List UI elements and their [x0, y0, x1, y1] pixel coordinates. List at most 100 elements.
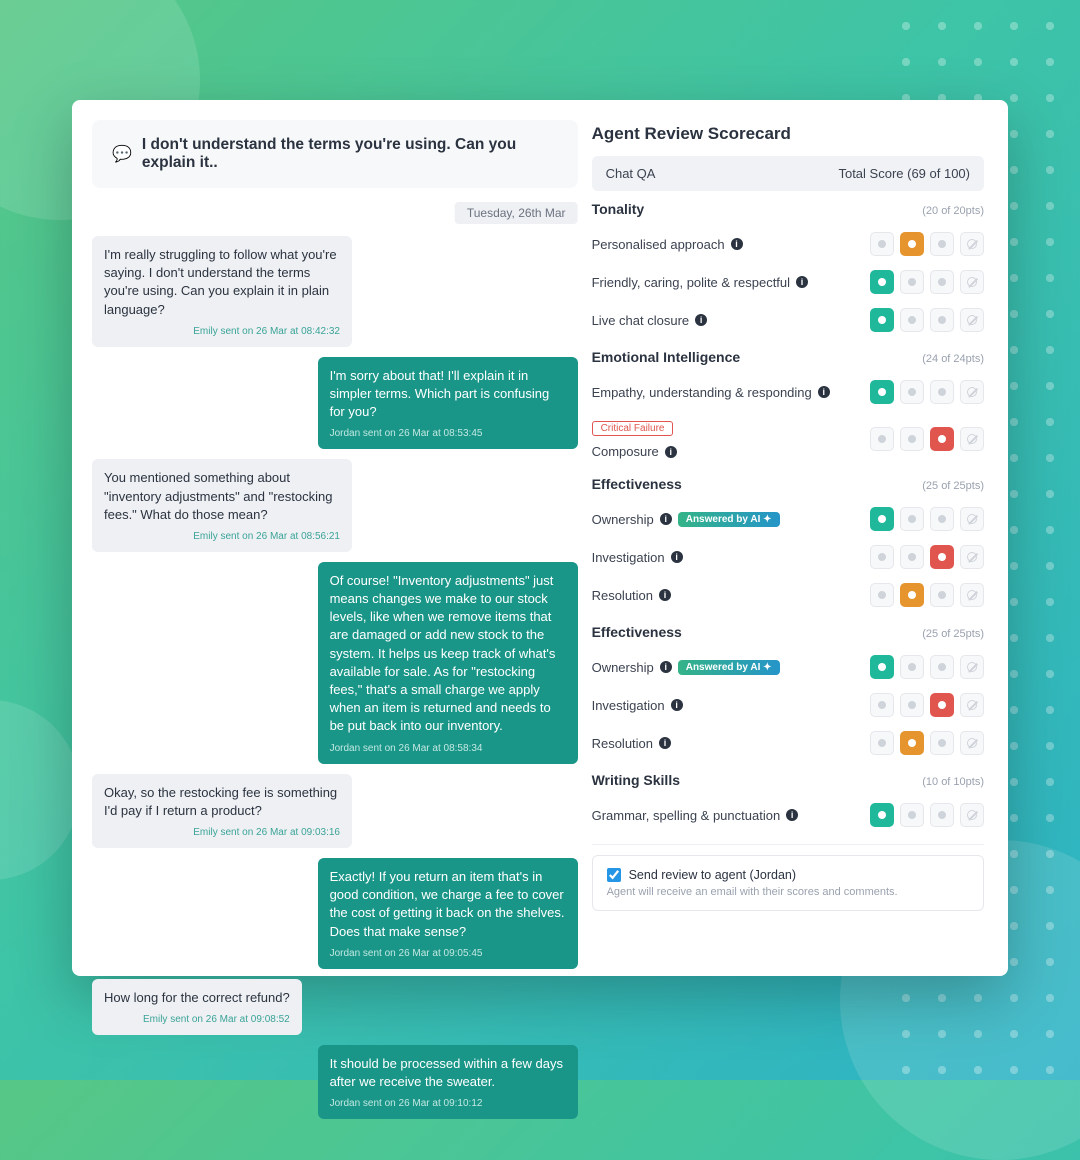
info-icon[interactable]: i	[660, 513, 672, 525]
score-button-2[interactable]	[930, 427, 954, 451]
score-button-2[interactable]	[930, 583, 954, 607]
info-icon[interactable]: i	[671, 551, 683, 563]
score-button-1[interactable]	[900, 380, 924, 404]
message-body: I'm sorry about that! I'll explain it in…	[330, 367, 566, 422]
score-button-0[interactable]	[870, 380, 894, 404]
criterion-row: Investigation i	[592, 686, 984, 724]
score-button-2[interactable]	[930, 507, 954, 531]
score-button-0[interactable]	[870, 731, 894, 755]
section-header: Effectiveness (25 of 25pts)	[592, 476, 984, 492]
criterion-label: Investigation	[592, 698, 665, 713]
score-buttons	[870, 583, 984, 607]
score-button-2[interactable]	[930, 308, 954, 332]
section-name: Effectiveness	[592, 476, 682, 492]
criterion-row: Empathy, understanding & respondingi	[592, 373, 984, 411]
section-header: Tonality(20 of 20pts)	[592, 201, 984, 217]
score-button-1[interactable]	[900, 545, 924, 569]
score-buttons	[870, 507, 984, 531]
score-button-2[interactable]	[930, 731, 954, 755]
score-button-1[interactable]	[900, 731, 924, 755]
ai-badge: Answered by AI ✦	[678, 512, 780, 527]
score-button-1[interactable]	[900, 655, 924, 679]
info-icon[interactable]: i	[786, 809, 798, 821]
score-button-0[interactable]	[870, 545, 894, 569]
section-name: Emotional Intelligence	[592, 349, 741, 365]
score-button-1[interactable]	[900, 583, 924, 607]
score-button-0[interactable]	[870, 655, 894, 679]
score-buttons	[870, 308, 984, 332]
message-meta: Emily sent on 26 Mar at 09:03:16	[104, 826, 340, 840]
score-button-0[interactable]	[870, 232, 894, 256]
info-icon[interactable]: i	[659, 737, 671, 749]
score-buttons	[870, 545, 984, 569]
message-body: I'm really struggling to follow what you…	[104, 246, 340, 319]
section-header: Writing Skills(10 of 10pts)	[592, 772, 984, 788]
score-button-1[interactable]	[900, 270, 924, 294]
score-button-3[interactable]	[960, 803, 984, 827]
section-points: (25 of 25pts)	[922, 480, 984, 492]
send-review-hint: Agent will receive an email with their s…	[607, 886, 969, 898]
score-button-3[interactable]	[960, 731, 984, 755]
info-icon[interactable]: i	[796, 276, 808, 288]
score-button-0[interactable]	[870, 308, 894, 332]
criterion-row: Resolutioni	[592, 724, 984, 762]
info-icon[interactable]: i	[665, 446, 677, 458]
send-review-label[interactable]: Send review to agent (Jordan)	[607, 868, 969, 882]
score-button-3[interactable]	[960, 545, 984, 569]
scorecard-summary: Chat QA Total Score (69 of 100)	[592, 156, 984, 191]
info-icon[interactable]: i	[659, 589, 671, 601]
score-button-3[interactable]	[960, 380, 984, 404]
score-button-2[interactable]	[930, 693, 954, 717]
score-button-0[interactable]	[870, 693, 894, 717]
score-button-1[interactable]	[900, 693, 924, 717]
info-icon[interactable]: i	[731, 238, 743, 250]
send-review-box: Send review to agent (Jordan) Agent will…	[592, 855, 984, 911]
criterion-label: Resolution	[592, 588, 653, 603]
criterion-row: Ownership i Answered by AI ✦	[592, 500, 984, 538]
score-button-1[interactable]	[900, 507, 924, 531]
send-review-checkbox[interactable]	[607, 868, 621, 882]
score-button-0[interactable]	[870, 427, 894, 451]
score-button-1[interactable]	[900, 308, 924, 332]
score-button-3[interactable]	[960, 308, 984, 332]
info-icon[interactable]: i	[660, 661, 672, 673]
ai-badge: Answered by AI ✦	[678, 660, 780, 675]
message-list: I'm really struggling to follow what you…	[92, 236, 578, 1119]
score-buttons	[870, 427, 984, 451]
message-meta: Emily sent on 26 Mar at 08:42:32	[104, 325, 340, 339]
score-button-2[interactable]	[930, 545, 954, 569]
score-button-0[interactable]	[870, 803, 894, 827]
criterion-label: Ownership	[592, 512, 654, 527]
score-button-3[interactable]	[960, 507, 984, 531]
score-button-2[interactable]	[930, 655, 954, 679]
score-button-3[interactable]	[960, 427, 984, 451]
score-button-3[interactable]	[960, 655, 984, 679]
score-button-2[interactable]	[930, 232, 954, 256]
score-button-3[interactable]	[960, 583, 984, 607]
score-button-0[interactable]	[870, 507, 894, 531]
message-meta: Jordan sent on 26 Mar at 08:58:34	[330, 742, 566, 756]
score-button-3[interactable]	[960, 232, 984, 256]
info-icon[interactable]: i	[818, 386, 830, 398]
section-header: Effectiveness(25 of 25pts)	[592, 624, 984, 640]
score-button-1[interactable]	[900, 803, 924, 827]
criterion-label: Grammar, spelling & punctuation	[592, 808, 781, 823]
total-score: Total Score (69 of 100)	[838, 166, 970, 181]
score-button-2[interactable]	[930, 270, 954, 294]
score-button-2[interactable]	[930, 803, 954, 827]
score-button-2[interactable]	[930, 380, 954, 404]
criterion-label: Friendly, caring, polite & respectful	[592, 275, 790, 290]
chat-panel: 💬 I don't understand the terms you're us…	[92, 120, 578, 956]
score-button-0[interactable]	[870, 583, 894, 607]
score-button-3[interactable]	[960, 270, 984, 294]
info-icon[interactable]: i	[695, 314, 707, 326]
score-button-1[interactable]	[900, 427, 924, 451]
score-button-1[interactable]	[900, 232, 924, 256]
chat-title: I don't understand the terms you're usin…	[142, 136, 558, 172]
criterion-label: Ownership	[592, 660, 654, 675]
score-button-3[interactable]	[960, 693, 984, 717]
criterion-row: Grammar, spelling & punctuation i	[592, 796, 984, 834]
info-icon[interactable]: i	[671, 699, 683, 711]
score-button-0[interactable]	[870, 270, 894, 294]
scorecard-panel: Agent Review Scorecard Chat QA Total Sco…	[592, 120, 988, 956]
